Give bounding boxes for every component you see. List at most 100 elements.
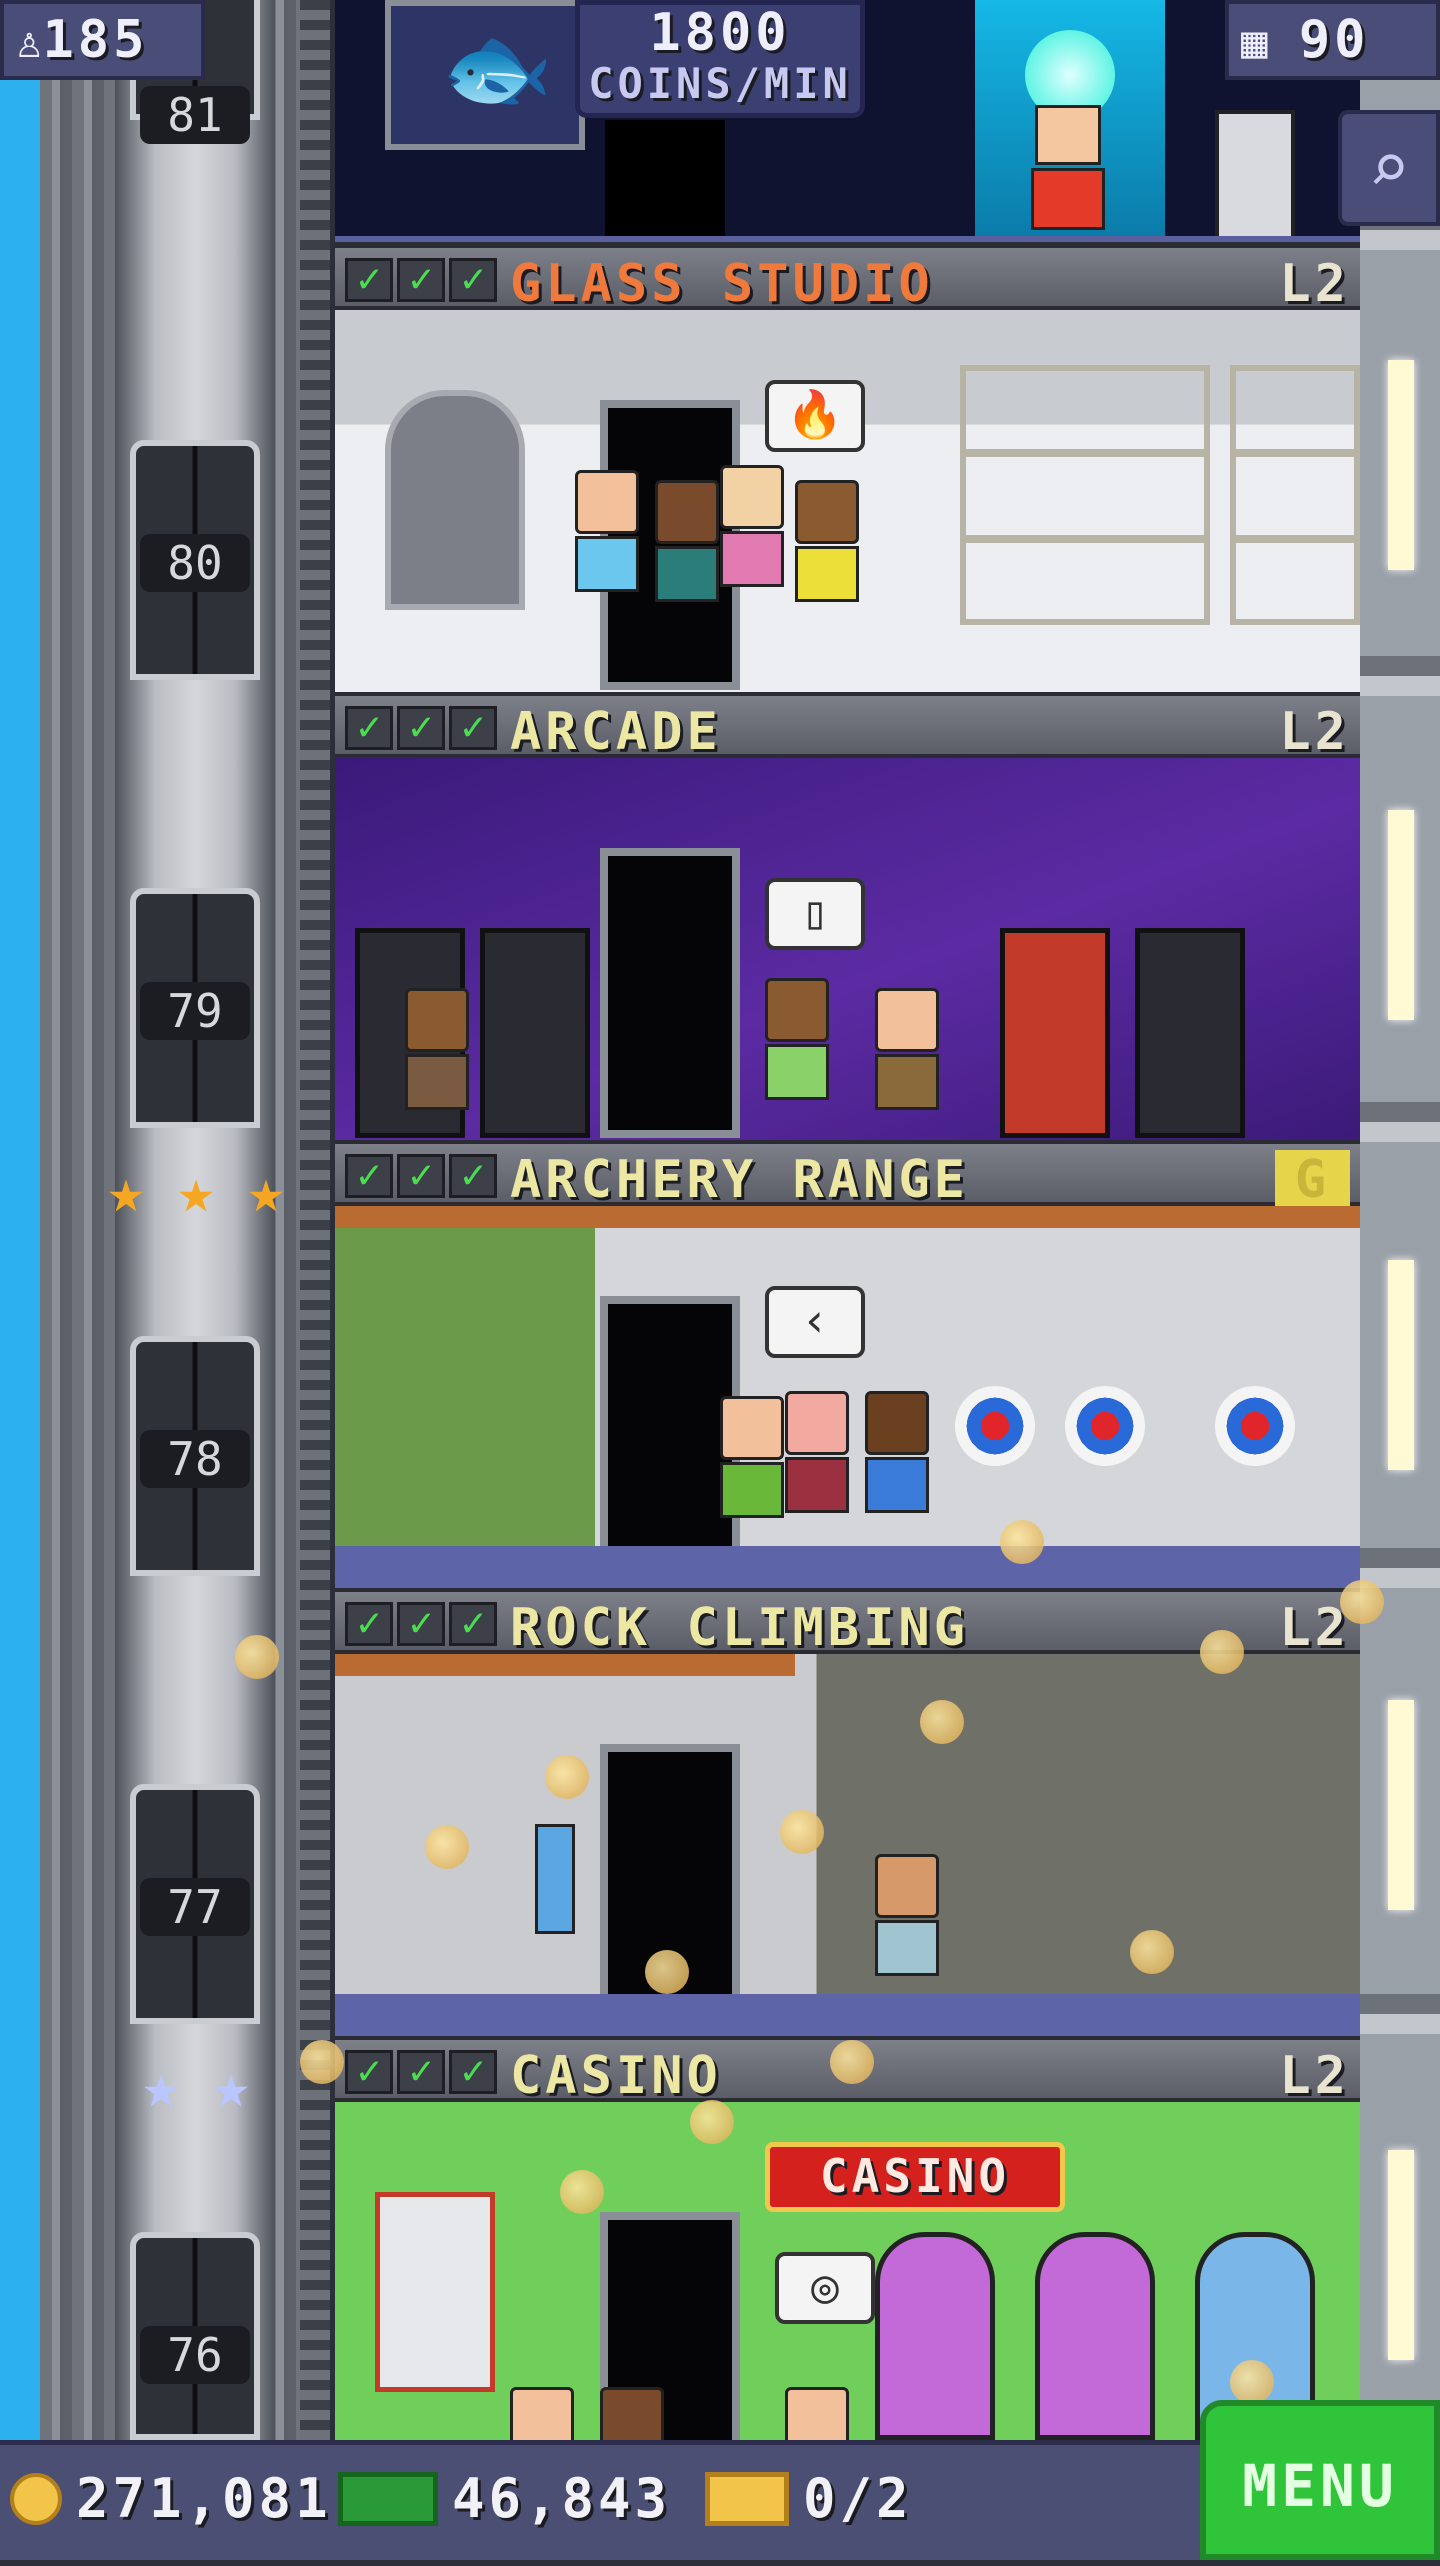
check-icon: ✓ bbox=[449, 1154, 497, 1198]
check-icon: ✓ bbox=[345, 2050, 393, 2094]
check-icon: ✓ bbox=[397, 706, 445, 750]
person bbox=[785, 1391, 849, 1513]
room[interactable]: ▯ bbox=[335, 758, 1360, 1140]
floor-checks: ✓ ✓ ✓ bbox=[345, 258, 497, 302]
fish-icon: 🐟 bbox=[441, 16, 554, 121]
slot-machine bbox=[875, 2232, 995, 2440]
coin-icon bbox=[425, 1825, 469, 1869]
check-icon: ✓ bbox=[345, 1602, 393, 1646]
floor-level: L2 bbox=[1279, 254, 1350, 314]
atm bbox=[1215, 110, 1295, 240]
room[interactable]: CASINO ◎ bbox=[335, 2102, 1360, 2440]
person bbox=[720, 1396, 784, 1518]
door bbox=[605, 120, 725, 240]
check-icon: ✓ bbox=[345, 706, 393, 750]
elevator-floor-number: 81 bbox=[140, 86, 250, 144]
floor-level: L2 bbox=[1279, 1598, 1350, 1658]
shelf bbox=[960, 365, 1210, 625]
star-icon: ★ bbox=[142, 2049, 180, 2122]
person bbox=[875, 988, 939, 1110]
thought-bubble: ◎ bbox=[775, 2252, 875, 2324]
check-icon: ✓ bbox=[397, 258, 445, 302]
check-icon: ✓ bbox=[449, 1602, 497, 1646]
target-icon bbox=[955, 1386, 1035, 1466]
person bbox=[510, 2387, 574, 2440]
floor-name: GLASS STUDIO bbox=[510, 254, 934, 314]
floor-edge bbox=[335, 1994, 1360, 2036]
elevator-floor-number: 76 bbox=[140, 2326, 250, 2384]
window bbox=[1388, 810, 1414, 1020]
door bbox=[600, 848, 740, 1138]
coin-icon bbox=[830, 2040, 874, 2084]
floor-name: ROCK CLIMBING bbox=[510, 1598, 969, 1658]
target-icon bbox=[1065, 1386, 1145, 1466]
floor-arcade[interactable]: ✓ ✓ ✓ ARCADE L2 ▯ bbox=[335, 692, 1360, 1140]
shelf bbox=[1230, 365, 1360, 625]
floor-checks: ✓ ✓ ✓ bbox=[345, 1602, 497, 1646]
room[interactable]: 🔥 bbox=[335, 310, 1360, 692]
coins-per-min-panel: 1800 COINS/MIN bbox=[575, 0, 865, 118]
coins-counter[interactable]: 271,081 bbox=[10, 2467, 332, 2530]
floor-glass-studio[interactable]: ✓ ✓ ✓ GLASS STUDIO L2 🔥 bbox=[335, 244, 1360, 692]
kiln bbox=[385, 390, 525, 610]
coin-icon bbox=[560, 2170, 604, 2214]
thought-bubble: 🔥 bbox=[765, 380, 865, 452]
room[interactable] bbox=[335, 1654, 1360, 2036]
window bbox=[1388, 1700, 1414, 1910]
check-icon: ✓ bbox=[449, 706, 497, 750]
coin-icon bbox=[690, 2100, 734, 2144]
population-counter[interactable]: ♙185 bbox=[0, 0, 205, 80]
elevator-floor-number: 78 bbox=[140, 1430, 250, 1488]
coin-icon bbox=[1130, 1930, 1174, 1974]
window bbox=[1388, 1260, 1414, 1470]
window bbox=[1388, 360, 1414, 570]
arcade-machine bbox=[1000, 928, 1110, 1138]
floor-level: G bbox=[1274, 1150, 1350, 1210]
coin-icon bbox=[645, 1950, 689, 1994]
arcade-machine bbox=[480, 928, 590, 1138]
coin-icon bbox=[1340, 1580, 1384, 1624]
coin-icon bbox=[10, 2472, 62, 2525]
star-icon: ★ bbox=[212, 2049, 250, 2122]
floor-label-bar: ✓ ✓ ✓ GLASS STUDIO L2 bbox=[335, 244, 1360, 314]
floor-edge bbox=[335, 1546, 1360, 1588]
bux-counter[interactable]: 46,843 bbox=[338, 2467, 671, 2530]
slot-machine bbox=[1035, 2232, 1155, 2440]
check-icon: ✓ bbox=[449, 2050, 497, 2094]
check-icon: ✓ bbox=[345, 1154, 393, 1198]
star-icon: ★ bbox=[247, 1154, 285, 1227]
person bbox=[575, 470, 639, 592]
floor-archery-range[interactable]: ✓ ✓ ✓ ARCHERY RANGE G ‹ bbox=[335, 1140, 1360, 1588]
check-icon: ✓ bbox=[345, 258, 393, 302]
floor-level: L2 bbox=[1279, 2046, 1350, 2106]
door bbox=[600, 1296, 740, 1586]
magnify-icon[interactable]: ⌕ bbox=[1338, 110, 1440, 226]
floor-name: ARCADE bbox=[510, 702, 722, 762]
tickets-counter[interactable]: 0/2 bbox=[705, 2467, 913, 2530]
person bbox=[795, 480, 859, 602]
person bbox=[720, 465, 784, 587]
floor-name: CASINO bbox=[510, 2046, 722, 2106]
room[interactable]: ‹ bbox=[335, 1206, 1360, 1588]
floor-checks: ✓ ✓ ✓ bbox=[345, 706, 497, 750]
person bbox=[655, 480, 719, 602]
person bbox=[1031, 168, 1105, 230]
person bbox=[785, 2387, 849, 2440]
building-icon: ▦ bbox=[1241, 17, 1268, 68]
check-icon: ✓ bbox=[397, 2050, 445, 2094]
person bbox=[765, 978, 829, 1100]
check-icon: ✓ bbox=[397, 1154, 445, 1198]
thought-bubble: ▯ bbox=[765, 878, 865, 950]
floor-casino[interactable]: ✓ ✓ ✓ CASINO L2 CASINO ◎ bbox=[335, 2036, 1360, 2440]
person bbox=[405, 988, 469, 1110]
sky bbox=[0, 0, 40, 2440]
floor-checks: ✓ ✓ ✓ bbox=[345, 1154, 497, 1198]
menu-button[interactable]: MENU bbox=[1200, 2400, 1440, 2560]
floor-counter[interactable]: ▦ 90 bbox=[1225, 0, 1440, 80]
coins-per-min-value: 1800 bbox=[649, 3, 791, 63]
casino-sign: CASINO bbox=[765, 2142, 1065, 2212]
bux-icon bbox=[338, 2471, 438, 2526]
star-icon: ★ bbox=[177, 1154, 215, 1227]
coin-icon bbox=[300, 2040, 344, 2084]
coins-per-min-label: COINS/MIN bbox=[588, 59, 852, 108]
